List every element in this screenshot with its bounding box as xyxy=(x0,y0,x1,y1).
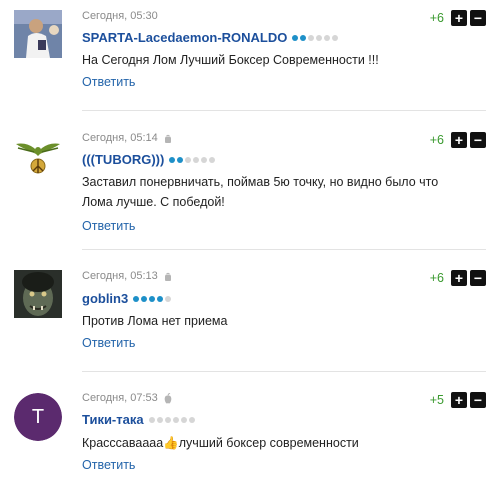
rating-dot xyxy=(300,34,307,41)
vote-box: +6 + − xyxy=(430,270,486,286)
author-name[interactable]: (((TUBORG))) xyxy=(82,152,164,167)
comment-author[interactable]: Тики-така xyxy=(82,412,195,427)
comment-text: Заставил понервничать, поймав 5ю точку, … xyxy=(82,175,439,209)
rating-dot xyxy=(193,156,200,163)
reply-link[interactable]: Ответить xyxy=(82,458,135,472)
upvote-button[interactable]: + xyxy=(451,392,467,408)
rating-dot xyxy=(201,156,208,163)
avatar[interactable]: Т xyxy=(14,393,62,441)
comment-meta: Сегодня, 05:14 xyxy=(82,132,172,144)
rating-dot xyxy=(324,34,331,41)
upvote-button[interactable]: + xyxy=(451,132,467,148)
comment-time: Сегодня, 05:30 xyxy=(82,10,158,22)
avatar-letter: Т xyxy=(31,405,45,428)
comment-time: Сегодня, 05:14 xyxy=(82,132,158,144)
rating-dot xyxy=(149,295,156,302)
comment-author[interactable]: (((TUBORG))) xyxy=(82,152,216,167)
rating-dot xyxy=(177,156,184,163)
avatar[interactable] xyxy=(14,132,62,180)
downvote-button[interactable]: − xyxy=(470,392,486,408)
rating-dot xyxy=(165,295,172,302)
rating-dot xyxy=(185,156,192,163)
divider xyxy=(82,110,486,111)
comment-text: Против Лома нет приема xyxy=(82,314,228,328)
rating-dot xyxy=(169,156,176,163)
android-icon xyxy=(164,134,171,143)
user-rating-dots xyxy=(292,34,339,41)
vote-box: +5 + − xyxy=(430,392,486,408)
comment-text: Красссаваааа👍лучший боксер современности xyxy=(82,436,359,450)
downvote-button[interactable]: − xyxy=(470,270,486,286)
avatar-letter-circle: Т xyxy=(14,393,62,441)
comment-score: +6 xyxy=(429,271,444,285)
comment-time: Сегодня, 07:53 xyxy=(82,392,158,404)
comment-score: +6 xyxy=(429,133,444,147)
rating-dot xyxy=(316,34,323,41)
author-name[interactable]: SPARTA-Lacedaemon-RONALDO xyxy=(82,30,287,45)
comment-score: +6 xyxy=(429,11,444,25)
author-name[interactable]: Тики-така xyxy=(82,412,144,427)
reply-link[interactable]: Ответить xyxy=(82,75,135,89)
upvote-button[interactable]: + xyxy=(451,270,467,286)
avatar-photo-icon xyxy=(14,10,62,58)
avatar[interactable] xyxy=(14,10,62,58)
vote-box: +6 + − xyxy=(430,132,486,148)
comment-time: Сегодня, 05:13 xyxy=(82,270,158,282)
vote-box: +6 + − xyxy=(430,10,486,26)
rating-dot xyxy=(292,34,299,41)
rating-dot xyxy=(157,295,164,302)
upvote-button[interactable]: + xyxy=(451,10,467,26)
rating-dot xyxy=(308,34,315,41)
eagle-emblem-icon xyxy=(14,132,62,180)
comment-author[interactable]: SPARTA-Lacedaemon-RONALDO xyxy=(82,30,339,45)
reply-link[interactable]: Ответить xyxy=(82,336,135,350)
downvote-button[interactable]: − xyxy=(470,10,486,26)
rating-dot xyxy=(133,295,140,302)
rating-dot xyxy=(156,416,163,423)
comment-score: +5 xyxy=(429,393,444,407)
divider xyxy=(82,371,486,372)
avatar[interactable] xyxy=(14,270,62,318)
rating-dot xyxy=(164,416,171,423)
user-rating-dots xyxy=(133,295,172,302)
rating-dot xyxy=(188,416,195,423)
android-icon xyxy=(164,272,171,281)
comment-text: На Сегодня Лом Лучший Боксер Современнос… xyxy=(82,53,379,67)
author-name[interactable]: goblin3 xyxy=(82,291,128,306)
comment-author[interactable]: goblin3 xyxy=(82,291,172,306)
rating-dot xyxy=(332,34,339,41)
rating-dot xyxy=(209,156,216,163)
downvote-button[interactable]: − xyxy=(470,132,486,148)
orc-face-icon xyxy=(14,270,62,318)
rating-dot xyxy=(148,416,155,423)
rating-dot xyxy=(180,416,187,423)
rating-dot xyxy=(141,295,148,302)
comment-meta: Сегодня, 05:13 xyxy=(82,270,172,282)
user-rating-dots xyxy=(148,416,195,423)
reply-link[interactable]: Ответить xyxy=(82,219,135,233)
rating-dot xyxy=(172,416,179,423)
apple-icon xyxy=(164,392,172,403)
comment-meta: Сегодня, 05:30 xyxy=(82,10,158,22)
comment-meta: Сегодня, 07:53 xyxy=(82,392,172,404)
divider xyxy=(82,249,486,250)
user-rating-dots xyxy=(169,156,216,163)
